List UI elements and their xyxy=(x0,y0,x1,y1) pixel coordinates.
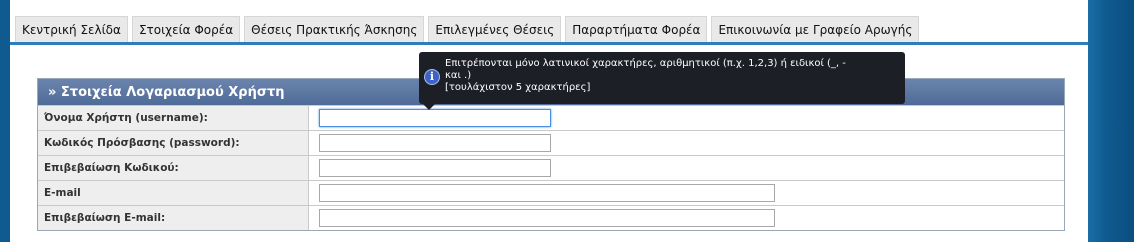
username-label: Όνομα Χρήστη (username): xyxy=(38,106,309,130)
right-border xyxy=(1088,0,1134,242)
tooltip-arrow xyxy=(423,104,435,110)
form-row-username: Όνομα Χρήστη (username): xyxy=(38,105,1064,130)
confirm-email-input[interactable] xyxy=(319,209,775,227)
page-content: Κεντρική Σελίδα Στοιχεία Φορέα Θέσεις Πρ… xyxy=(10,0,1088,242)
email-label: E-mail xyxy=(38,181,309,205)
tab-organization-details[interactable]: Στοιχεία Φορέα xyxy=(131,16,241,42)
left-border xyxy=(0,0,10,242)
username-input[interactable] xyxy=(319,109,551,127)
tab-branches[interactable]: Παραρτήματα Φορέα xyxy=(565,16,708,42)
form-row-confirm-email: Επιβεβαίωση E-mail: xyxy=(38,205,1064,230)
tab-internship-positions[interactable]: Θέσεις Πρακτικής Άσκησης xyxy=(244,16,425,42)
username-hint-tooltip: i Επιτρέπονται μόνο λατινικοί χαρακτήρες… xyxy=(419,52,905,110)
tab-contact-helpdesk[interactable]: Επικοινωνία με Γραφείο Αρωγής xyxy=(711,16,920,42)
confirm-email-label: Επιβεβαίωση E-mail: xyxy=(38,206,309,230)
info-icon: i xyxy=(424,69,440,85)
password-input[interactable] xyxy=(319,134,551,152)
form-row-confirm-password: Επιβεβαίωση Κωδικού: xyxy=(38,155,1064,180)
confirm-password-input[interactable] xyxy=(319,159,551,177)
tab-underline xyxy=(10,42,1088,45)
tab-home[interactable]: Κεντρική Σελίδα xyxy=(15,16,128,42)
tab-bar: Κεντρική Σελίδα Στοιχεία Φορέα Θέσεις Πρ… xyxy=(15,16,920,42)
tooltip-line-3: [τουλάχιστον 5 χαρακτήρες] xyxy=(445,82,591,93)
password-label: Κωδικός Πρόσβασης (password): xyxy=(38,131,309,155)
tooltip-line-2: και .) xyxy=(445,70,472,81)
email-input[interactable] xyxy=(319,184,775,202)
tooltip-line-1: Επιτρέπονται μόνο λατινικοί χαρακτήρες, … xyxy=(445,58,846,69)
form-row-email: E-mail xyxy=(38,180,1064,205)
confirm-password-label: Επιβεβαίωση Κωδικού: xyxy=(38,156,309,180)
tab-selected-positions[interactable]: Επιλεγμένες Θέσεις xyxy=(428,16,562,42)
form-row-password: Κωδικός Πρόσβασης (password): xyxy=(38,130,1064,155)
